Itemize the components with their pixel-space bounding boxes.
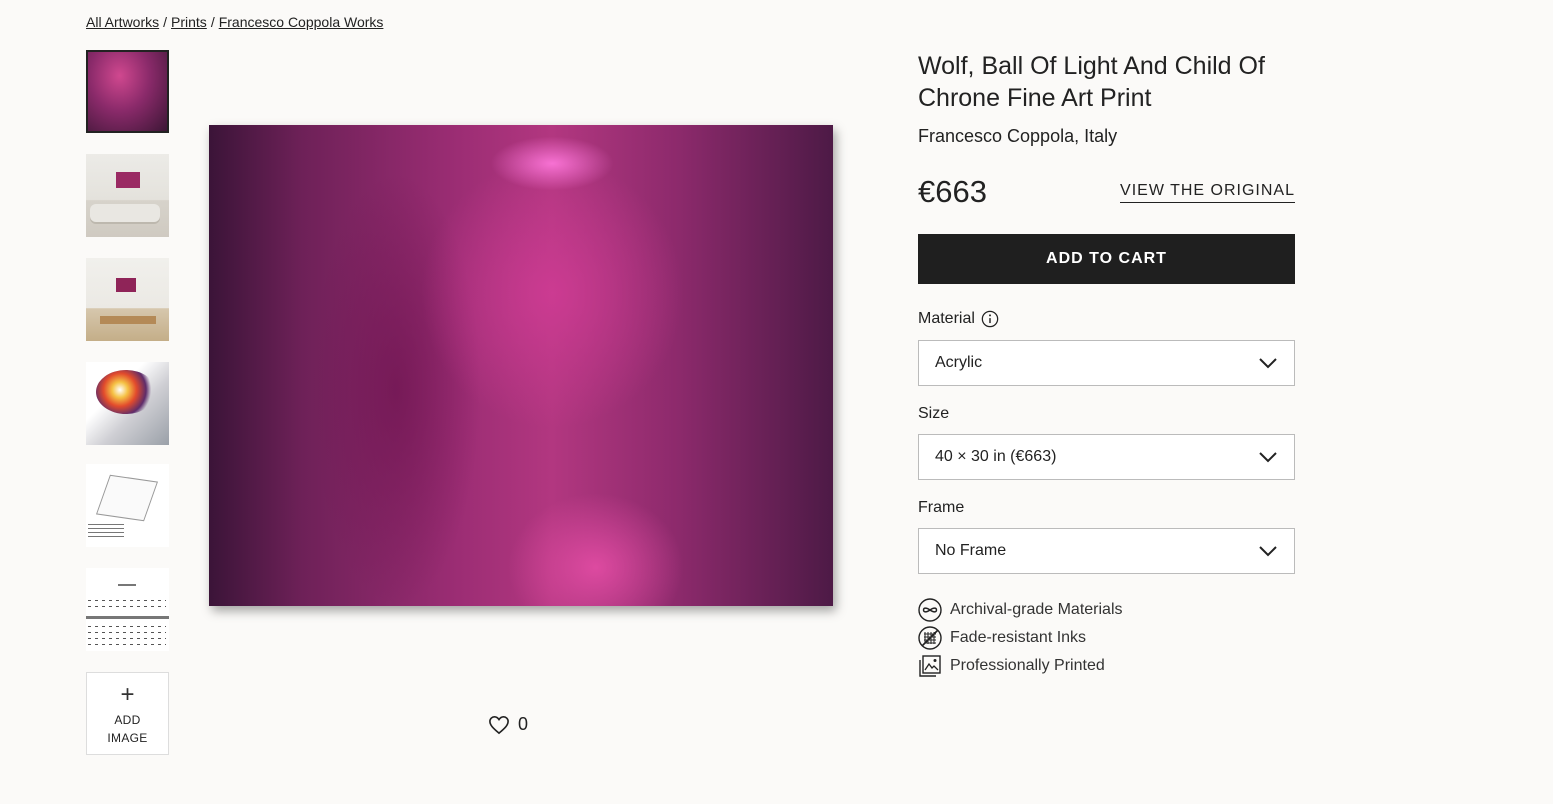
- size-select[interactable]: 40 × 30 in (€663): [918, 434, 1295, 480]
- info-icon[interactable]: [981, 310, 999, 328]
- artwork-thumbnail[interactable]: [86, 50, 169, 133]
- material-value: Acrylic: [935, 354, 983, 371]
- size-label: Size: [918, 405, 949, 423]
- mockup-table: [100, 316, 156, 324]
- product-info-panel: Wolf, Ball Of Light And Child Of Chrone …: [918, 50, 1295, 677]
- feature-archival-label: Archival-grade Materials: [950, 601, 1123, 618]
- breadcrumb-artist-works[interactable]: Francesco Coppola Works: [219, 14, 384, 30]
- material-select[interactable]: Acrylic: [918, 340, 1295, 386]
- chart-row: [88, 600, 166, 601]
- product-title-line1: Wolf, Ball Of Light And Child Of: [918, 52, 1265, 80]
- heart-icon: [489, 715, 509, 734]
- frame-value: No Frame: [935, 542, 1007, 559]
- chevron-down-icon: [1259, 452, 1277, 463]
- artist-name: Francesco Coppola, Italy: [918, 126, 1118, 146]
- add-image-label-line2: IMAGE: [107, 731, 148, 745]
- product-title-line2: Chrone Fine Art Print: [918, 84, 1152, 112]
- add-image-button[interactable]: + ADD IMAGE: [86, 672, 169, 755]
- feature-printed-label: Professionally Printed: [950, 657, 1105, 674]
- frame-label-text: Frame: [918, 499, 965, 516]
- features-list: Archival-grade Materials Fade-resistant …: [918, 596, 1123, 680]
- feature-fade-resistant-label: Fade-resistant Inks: [950, 629, 1087, 646]
- infinity-icon: [918, 598, 942, 622]
- breadcrumb-separator: /: [163, 14, 168, 30]
- diagram-frame: [95, 474, 159, 522]
- fade-resistant-icon: [918, 626, 942, 650]
- chart-row: [88, 626, 166, 627]
- like-count: 0: [518, 714, 529, 734]
- frame-select[interactable]: No Frame: [918, 528, 1295, 574]
- like-button[interactable]: 0: [488, 714, 528, 735]
- view-original-link[interactable]: VIEW THE ORIGINAL: [1120, 182, 1295, 203]
- size-chart-thumbnail[interactable]: [86, 568, 169, 651]
- chevron-down-icon: [1259, 358, 1277, 369]
- material-label-text: Material: [918, 310, 975, 327]
- frame-diagram-thumbnail[interactable]: [86, 464, 169, 547]
- living-room-mockup-thumbnail[interactable]: [86, 154, 169, 237]
- mockup-sofa: [90, 204, 160, 222]
- feature-archival: Archival-grade Materials: [918, 596, 1123, 624]
- sample-splash: [96, 370, 156, 414]
- add-image-label-line1: ADD: [114, 713, 141, 727]
- chevron-down-icon: [1259, 546, 1277, 557]
- dining-room-mockup-thumbnail[interactable]: [86, 258, 169, 341]
- chart-row: [88, 644, 166, 645]
- size-value: 40 × 30 in (€663): [935, 448, 1057, 465]
- breadcrumb-prints[interactable]: Prints: [171, 14, 207, 30]
- chart-row: [88, 638, 166, 639]
- feature-fade-resistant: Fade-resistant Inks: [918, 624, 1123, 652]
- chart-row: [88, 606, 166, 607]
- acrylic-sample-thumbnail[interactable]: [86, 362, 169, 445]
- mockup-artwork: [116, 278, 136, 292]
- mockup-artwork: [116, 172, 140, 188]
- frame-label: Frame: [918, 499, 964, 517]
- diagram-text-lines: [88, 524, 124, 538]
- price: €663: [918, 174, 987, 209]
- material-label: Material: [918, 310, 999, 328]
- chart-row: [88, 632, 166, 633]
- main-artwork-image[interactable]: [209, 125, 833, 606]
- product-title: Wolf, Ball Of Light And Child Of Chrone …: [918, 50, 1295, 114]
- price-row: €663 VIEW THE ORIGINAL: [918, 174, 1295, 210]
- print-icon: [919, 655, 941, 677]
- add-to-cart-button[interactable]: ADD TO CART: [918, 234, 1295, 284]
- breadcrumb-separator: /: [210, 14, 215, 30]
- feature-printed: Professionally Printed: [918, 652, 1123, 680]
- breadcrumb-all-artworks[interactable]: All Artworks: [86, 14, 159, 30]
- plus-icon: +: [120, 681, 135, 708]
- size-label-text: Size: [918, 405, 950, 422]
- breadcrumb: All Artworks / Prints / Francesco Coppola Wo…: [86, 14, 383, 30]
- chart-header-line: [118, 584, 136, 586]
- chart-band: [86, 616, 169, 619]
